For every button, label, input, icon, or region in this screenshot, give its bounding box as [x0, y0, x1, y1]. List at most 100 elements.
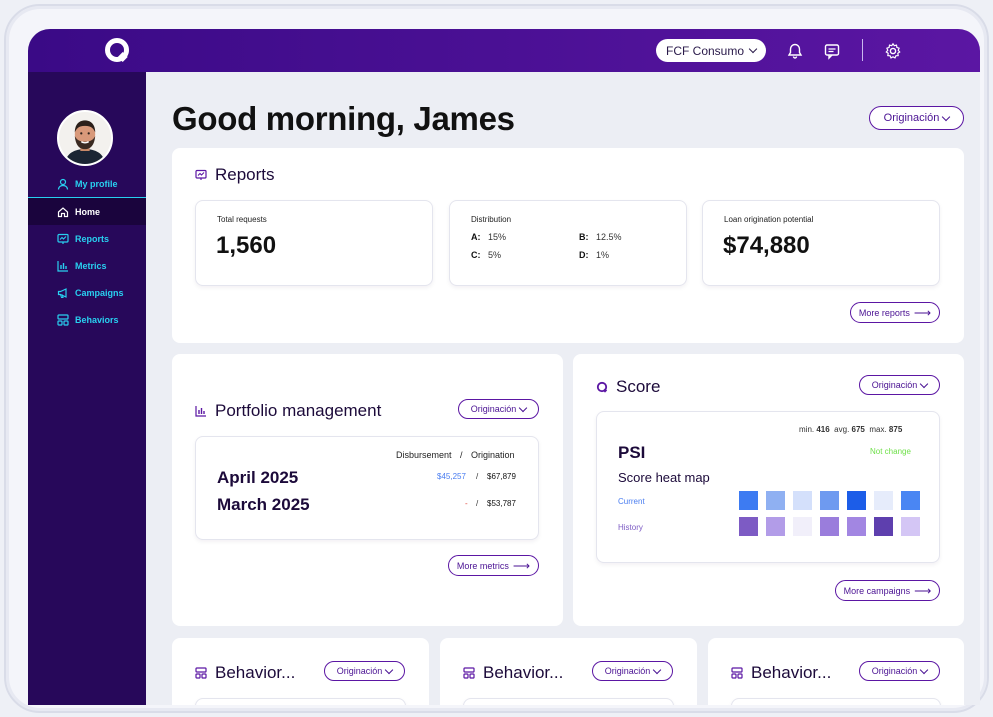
heatmap-cell — [793, 517, 812, 536]
heatmap-title: Score heat map — [618, 470, 710, 485]
distribution-label: Distribution — [471, 215, 512, 224]
loan-potential-value: $74,880 — [723, 232, 810, 259]
behavior-title: Behavior... — [483, 663, 564, 682]
distribution-d-key: D: — [579, 250, 589, 260]
sidebar-item-label: My profile — [75, 179, 118, 189]
device-frame: FCF Consumo My profile Home Reports Metr… — [4, 4, 989, 713]
total-requests-value: 1,560 — [216, 232, 277, 259]
behavior-header: Behavior... — [463, 663, 563, 683]
score-title: Score — [616, 377, 661, 396]
distribution-a-value: 15% — [488, 232, 507, 242]
behavior-card: Behavior... Originación — [440, 638, 697, 705]
filter-label: Originación — [871, 380, 918, 390]
min-label: min. — [799, 425, 815, 434]
avatar[interactable] — [57, 110, 113, 166]
organization-selector[interactable]: FCF Consumo — [656, 39, 767, 62]
avg-label: avg. — [834, 425, 850, 434]
reports-icon — [195, 169, 207, 180]
sidebar-item-campaigns[interactable]: Campaigns — [28, 279, 146, 306]
sidebar-item-my-profile[interactable]: My profile — [28, 171, 146, 198]
behavior-card: Behavior... Originación — [708, 638, 964, 705]
behavior-filter-dropdown[interactable]: Originación — [324, 661, 405, 681]
heatmap-cell — [874, 517, 893, 536]
sidebar-item-reports[interactable]: Reports — [28, 225, 146, 252]
sidebar-item-behaviors[interactable]: Behaviors — [28, 306, 146, 333]
arrow-right-icon: ⟶ — [914, 583, 932, 598]
chevron-down-icon — [519, 403, 528, 412]
psi-panel: min. 416 avg. 675 max. 875 PSI Not chang… — [596, 411, 940, 563]
sidebar-item-home[interactable]: Home — [28, 198, 146, 225]
more-metrics-button[interactable]: More metrics ⟶ — [448, 555, 539, 576]
chevron-down-icon — [920, 665, 929, 674]
reports-title: Reports — [215, 165, 275, 184]
chevron-down-icon — [385, 665, 394, 674]
table-row-disbursement: - — [465, 499, 468, 508]
history-label: History — [618, 523, 643, 532]
heatmap-cell — [766, 491, 785, 510]
sidebar-item-label: Home — [75, 206, 101, 217]
table-row-origination: $53,787 — [487, 499, 516, 508]
heatmap-cell — [739, 491, 758, 510]
heatmap-cell — [901, 491, 920, 510]
reports-card: Reports Total requests 1,560 Distributio… — [172, 148, 964, 343]
heatmap-cell — [739, 517, 758, 536]
score-stats: min. 416 avg. 675 max. 875 — [799, 425, 902, 434]
behaviors-icon — [195, 667, 207, 679]
portfolio-header: Portfolio management — [195, 401, 381, 421]
behavior-filter-dropdown[interactable]: Originación — [859, 661, 940, 681]
total-requests-card: Total requests 1,560 — [195, 200, 433, 286]
current-label: Current — [618, 497, 645, 506]
filter-label: Originación — [336, 666, 383, 676]
score-filter-dropdown[interactable]: Originación — [859, 375, 940, 395]
more-reports-button[interactable]: More reports ⟶ — [850, 302, 940, 323]
behavior-title: Behavior... — [751, 663, 832, 682]
megaphone-icon — [57, 287, 67, 298]
filter-label: Originación — [883, 112, 940, 124]
reports-header: Reports — [195, 165, 275, 185]
portfolio-filter-dropdown[interactable]: Originación — [458, 399, 539, 419]
behavior-panel — [731, 698, 941, 705]
table-row-month: March 2025 — [217, 495, 310, 514]
heatmap-cell — [820, 491, 839, 510]
portfolio-card: Portfolio management Originación Disburs… — [172, 354, 563, 626]
app-logo-icon[interactable] — [104, 37, 131, 64]
more-metrics-label: More metrics — [456, 560, 509, 571]
table-row-disbursement: $45,257 — [437, 472, 466, 481]
sidebar-item-metrics[interactable]: Metrics — [28, 252, 146, 279]
arrow-right-icon: ⟶ — [512, 558, 531, 573]
behavior-filter-dropdown[interactable]: Originación — [592, 661, 673, 681]
column-header-origination: Origination — [471, 450, 515, 460]
behavior-panel — [195, 698, 406, 705]
sidebar-item-label: Behaviors — [75, 314, 119, 325]
max-value: 875 — [888, 425, 903, 434]
chevron-down-icon — [942, 112, 951, 121]
filter-label: Originación — [871, 666, 918, 676]
behavior-card: Behavior... Originación — [172, 638, 429, 705]
chevron-down-icon — [920, 379, 929, 388]
top-bar: FCF Consumo — [28, 29, 980, 72]
distribution-b-key: B: — [579, 232, 589, 242]
sidebar: My profile Home Reports Metrics Campaign… — [28, 72, 146, 705]
message-icon[interactable] — [823, 42, 841, 60]
behavior-header: Behavior... — [731, 663, 831, 683]
metrics-icon — [57, 260, 68, 272]
filter-label: Originación — [470, 404, 517, 414]
reports-icon — [57, 233, 69, 244]
more-campaigns-button[interactable]: More campaigns ⟶ — [835, 580, 940, 601]
origination-filter-dropdown[interactable]: Originación — [869, 106, 964, 130]
organization-name: FCF Consumo — [666, 43, 745, 58]
sidebar-item-label: Campaigns — [75, 287, 124, 298]
table-row-month: April 2025 — [217, 468, 299, 487]
home-icon — [57, 206, 69, 217]
behaviors-icon — [731, 667, 743, 679]
distribution-card: Distribution A: 15% B: 12.5% C: 5% D: 1% — [449, 200, 687, 286]
heatmap-cell — [766, 517, 785, 536]
avg-value: 675 — [851, 425, 865, 434]
page-title: Good morning, James — [172, 100, 515, 137]
loan-potential-card: Loan origination potential $74,880 — [702, 200, 940, 286]
bell-icon[interactable] — [786, 42, 804, 60]
gear-icon[interactable] — [884, 42, 902, 60]
behavior-panel — [463, 698, 674, 705]
max-label: max. — [869, 425, 887, 434]
filter-label: Originación — [604, 666, 651, 676]
